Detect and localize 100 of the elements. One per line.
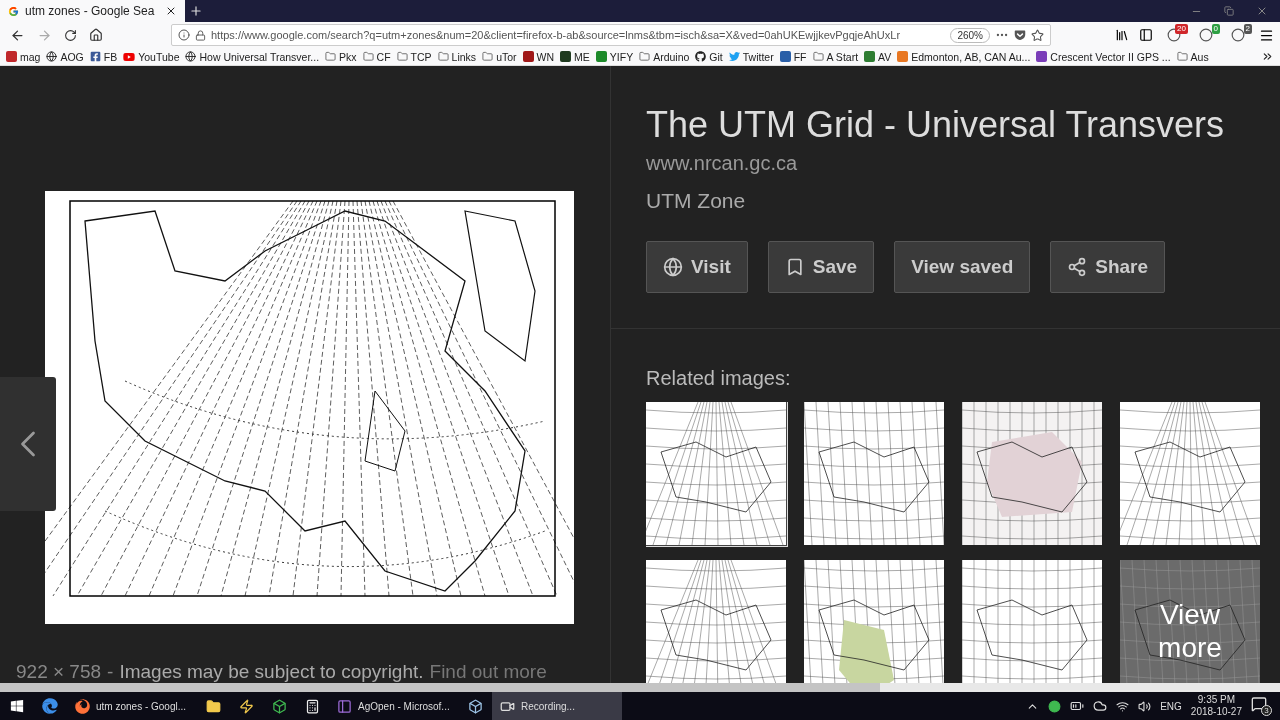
bookmark-link[interactable]: Arduino bbox=[639, 50, 690, 63]
play-icon bbox=[123, 50, 136, 63]
notification-button[interactable]: 3 bbox=[1251, 696, 1272, 716]
bookmark-link[interactable]: YouTube bbox=[123, 50, 180, 63]
status-icon[interactable] bbox=[1048, 699, 1062, 713]
restore-icon[interactable] bbox=[1224, 6, 1234, 16]
lock-icon bbox=[195, 29, 206, 41]
extension-icon bbox=[1199, 28, 1213, 42]
count-badge: 0 bbox=[1211, 24, 1220, 34]
bookmark-link[interactable]: WN bbox=[522, 50, 555, 63]
app-icon bbox=[272, 698, 287, 714]
bird-icon bbox=[728, 51, 740, 62]
site-icon bbox=[522, 51, 534, 62]
cube-icon bbox=[468, 698, 483, 714]
folder-icon bbox=[639, 51, 651, 62]
bookmark-link[interactable]: YIFY bbox=[595, 50, 634, 63]
wifi-icon[interactable] bbox=[1116, 699, 1130, 713]
site-icon bbox=[6, 51, 17, 62]
folder-icon bbox=[396, 51, 408, 62]
globe-icon bbox=[46, 51, 58, 62]
count-badge: 2 bbox=[1243, 24, 1252, 34]
bookmark-link[interactable]: Edmonton, AB, CAN Au... bbox=[897, 50, 1031, 63]
bookmark-link[interactable]: ME bbox=[560, 50, 590, 63]
extension-icon bbox=[1231, 28, 1245, 42]
reload-icon bbox=[64, 28, 77, 42]
bookmark-link[interactable]: AV bbox=[864, 50, 892, 63]
bookmark-link[interactable]: uTor bbox=[482, 50, 517, 63]
folder-icon bbox=[482, 51, 494, 62]
bookmark-link[interactable]: mag bbox=[6, 50, 41, 63]
volume-icon[interactable] bbox=[1138, 699, 1152, 713]
github-icon bbox=[695, 51, 707, 62]
taskbar-button[interactable]: AgOpen - Microsof... bbox=[329, 692, 459, 720]
calculator-icon bbox=[305, 698, 320, 714]
globe-icon bbox=[185, 51, 197, 62]
count-badge: 3 bbox=[1261, 705, 1272, 716]
result-subtitle: UTM Zone bbox=[646, 189, 747, 213]
count-badge: 20 bbox=[1175, 24, 1188, 34]
bookmark-link[interactable]: Git bbox=[695, 50, 723, 63]
folder-icon bbox=[812, 51, 824, 62]
site-icon bbox=[897, 51, 909, 62]
bookmark-link[interactable]: Aus bbox=[1176, 50, 1209, 63]
site-icon bbox=[560, 51, 572, 62]
site-url: www.nrcan.gc.ca bbox=[646, 152, 799, 175]
site-icon bbox=[595, 51, 607, 62]
bookmark-link[interactable]: FF bbox=[779, 50, 807, 63]
folder-icon bbox=[1176, 51, 1188, 62]
browser-tab[interactable]: utm zones - Google Sea bbox=[0, 0, 185, 22]
bookmark-link[interactable]: TCP bbox=[396, 50, 432, 63]
bookmark-link[interactable]: Links bbox=[437, 50, 477, 63]
bookmark-link[interactable]: FB bbox=[89, 50, 118, 63]
sidebar-icon[interactable] bbox=[1139, 28, 1153, 42]
home-icon bbox=[89, 28, 103, 42]
close-icon[interactable] bbox=[165, 5, 177, 17]
site-icon bbox=[1036, 51, 1048, 62]
address-field[interactable]: https://www.google.com/search?q=utm+zones&num=20&client=firefox-b-ab&source=lnms&tbm=isch&sa=X&ved=0ahUKEwjjkevPgqjeAhUxLr 260% bbox=[171, 24, 1051, 46]
pocket-icon[interactable] bbox=[1014, 29, 1026, 41]
language-indicator[interactable]: ENG bbox=[1160, 700, 1182, 712]
star-icon[interactable] bbox=[1031, 28, 1044, 42]
folder-icon bbox=[362, 51, 374, 62]
message-icon bbox=[1251, 696, 1267, 712]
folder-icon bbox=[437, 51, 449, 62]
facebook-icon bbox=[89, 51, 101, 62]
clock-time[interactable]: 9:35 PM bbox=[1197, 694, 1236, 706]
thumbnail[interactable]: View more bbox=[1118, 557, 1262, 683]
taskbar-button[interactable]: Recording... bbox=[492, 692, 622, 720]
separator: - bbox=[107, 661, 114, 683]
folder-icon bbox=[325, 51, 337, 62]
bookmark-link[interactable]: AOG bbox=[46, 50, 84, 63]
library-icon[interactable] bbox=[1115, 28, 1129, 42]
site-icon bbox=[864, 51, 876, 62]
bookmark-link[interactable]: How Universal Transver... bbox=[185, 50, 320, 63]
cloud-icon[interactable] bbox=[1093, 699, 1108, 713]
globe-icon bbox=[663, 257, 683, 277]
overflow-icon[interactable] bbox=[1261, 50, 1274, 63]
bookmark-link[interactable]: A Start bbox=[812, 50, 859, 63]
clock-date[interactable]: 2018-10-27 bbox=[1190, 706, 1242, 718]
bookmark-link[interactable]: Pkx bbox=[325, 50, 357, 63]
menu-icon[interactable] bbox=[1259, 27, 1274, 43]
share-icon bbox=[1067, 257, 1088, 277]
action-button[interactable]: Save bbox=[767, 241, 875, 293]
taskbar-button[interactable]: utm zones - Googl... bbox=[67, 692, 197, 720]
scrollbar[interactable] bbox=[0, 683, 1280, 692]
action-button[interactable]: Share bbox=[1050, 241, 1166, 293]
bolt-icon bbox=[239, 698, 254, 714]
action-button[interactable]: View saved bbox=[894, 241, 1031, 293]
windows-icon bbox=[9, 699, 24, 713]
related-heading: Related images: bbox=[646, 366, 792, 390]
folder-icon bbox=[206, 698, 221, 714]
site-icon bbox=[779, 51, 791, 62]
plus-icon bbox=[189, 4, 203, 18]
bookmark-link[interactable]: CF bbox=[362, 50, 391, 63]
google-icon bbox=[8, 5, 19, 17]
battery-icon[interactable] bbox=[1070, 699, 1085, 713]
action-button[interactable]: Visit bbox=[646, 241, 748, 293]
bookmark-link[interactable]: Crescent Vector II GPS ... bbox=[1036, 50, 1171, 63]
copyright-notice: Images may be subject to copyright. bbox=[119, 661, 424, 683]
bookmark-link[interactable]: Twitter bbox=[728, 50, 774, 63]
find-out-more-link[interactable]: Find out more bbox=[429, 661, 547, 683]
image-dimensions: 922 × 758 bbox=[16, 661, 102, 683]
result-title[interactable]: The UTM Grid - Universal Transvers bbox=[646, 104, 1280, 146]
